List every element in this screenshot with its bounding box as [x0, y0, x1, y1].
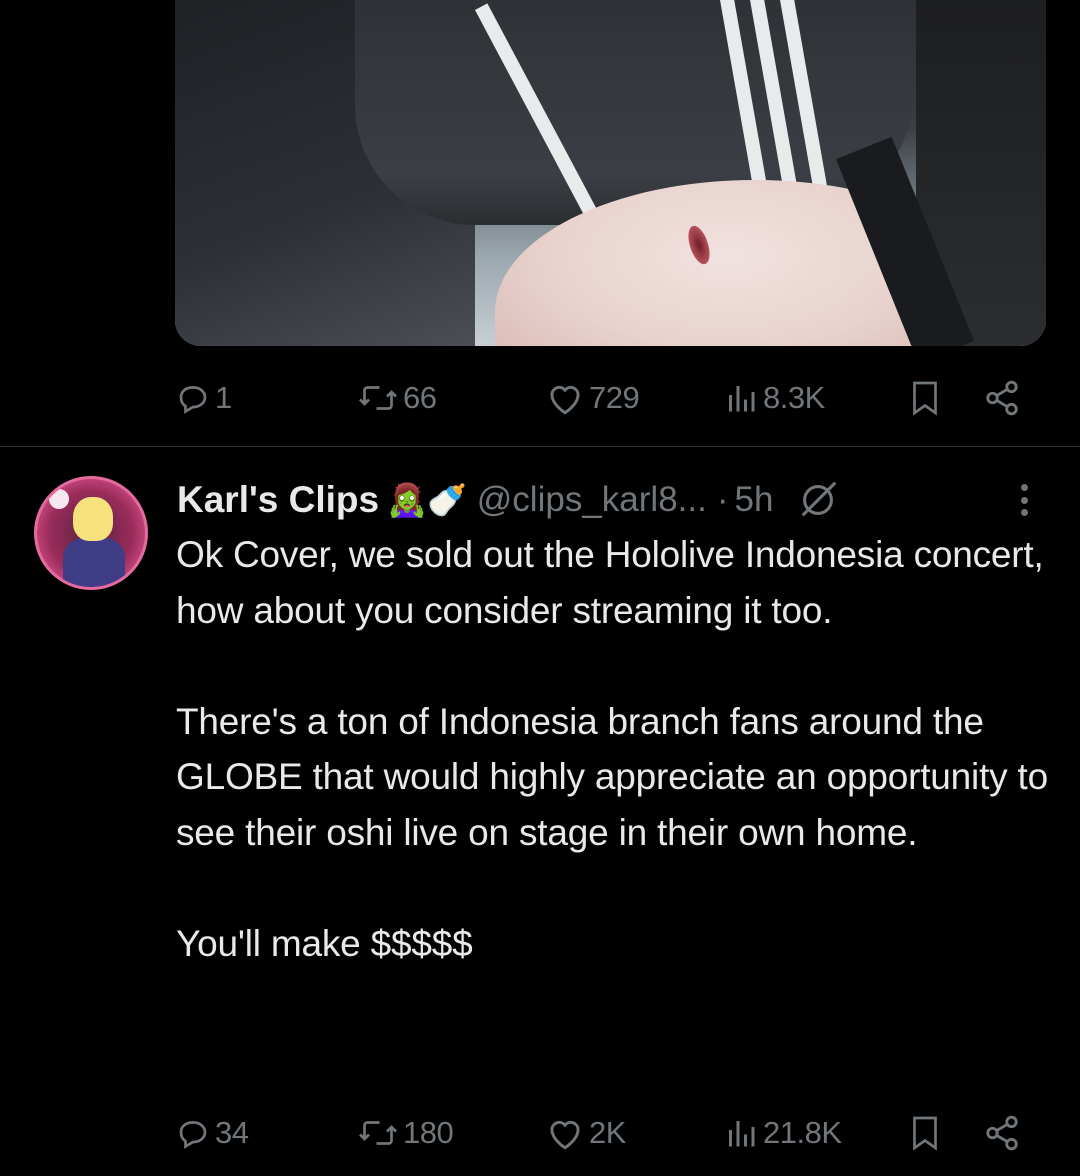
heart-icon — [550, 1120, 580, 1150]
grok-icon[interactable] — [795, 477, 841, 523]
views-count: 8.3K — [763, 380, 825, 415]
views-chart-icon — [729, 1121, 755, 1147]
avatar-art — [63, 537, 125, 587]
like-button[interactable]: 2K — [545, 1113, 626, 1153]
share-button[interactable] — [983, 1113, 1021, 1153]
bookmark-button[interactable] — [907, 378, 943, 418]
like-button[interactable]: 729 — [545, 378, 640, 418]
repost-count: 66 — [403, 380, 437, 415]
reply-icon — [179, 386, 207, 414]
reply-count: 1 — [215, 380, 232, 415]
reply-count: 34 — [215, 1115, 249, 1150]
more-dot — [1020, 509, 1028, 516]
views-button[interactable]: 21.8K — [723, 1113, 842, 1153]
tweet-time[interactable]: 5h — [734, 480, 773, 520]
bookmark-button[interactable] — [907, 1113, 943, 1153]
top-tweet-actions: 1 66 729 8.3K — [175, 378, 1035, 418]
bookmark-icon — [913, 381, 937, 416]
views-button[interactable]: 8.3K — [723, 378, 825, 418]
more-options-button[interactable] — [1010, 480, 1038, 520]
share-icon — [986, 1115, 1018, 1151]
more-dot — [1020, 496, 1028, 504]
tweet-actions: 34 180 2K 21.8K — [175, 1113, 1035, 1153]
repost-icon — [359, 1121, 397, 1145]
separator-dot: · — [716, 480, 729, 519]
author-name[interactable]: Karl's Clips — [177, 479, 379, 521]
views-chart-icon — [729, 386, 755, 412]
repost-count: 180 — [403, 1115, 454, 1150]
like-count: 729 — [589, 380, 640, 415]
tweet-header: Karl's Clips 🧟‍♀️🍼 @clips_karl8... · 5h — [177, 474, 841, 526]
avatar[interactable] — [34, 476, 148, 590]
avatar-art — [73, 497, 113, 541]
reply-icon — [179, 1121, 207, 1149]
author-handle[interactable]: @clips_karl8... — [477, 480, 707, 520]
tweet-text: Ok Cover, we sold out the Hololive Indon… — [176, 534, 1048, 964]
avatar-art — [49, 489, 69, 509]
share-icon — [986, 380, 1018, 416]
author-emojis: 🧟‍♀️🍼 — [387, 482, 467, 518]
heart-icon — [550, 385, 580, 415]
tweet-divider — [0, 446, 1080, 447]
like-count: 2K — [589, 1115, 626, 1150]
views-count: 21.8K — [763, 1115, 842, 1150]
repost-button[interactable]: 180 — [357, 1113, 454, 1153]
more-dot — [1020, 484, 1028, 491]
tweet-video[interactable] — [175, 0, 1046, 346]
reply-button[interactable]: 34 — [175, 1113, 249, 1153]
share-button[interactable] — [983, 378, 1021, 418]
bookmark-icon — [913, 1116, 937, 1151]
repost-icon — [359, 386, 397, 410]
reply-button[interactable]: 1 — [175, 378, 232, 418]
repost-button[interactable]: 66 — [357, 378, 437, 418]
